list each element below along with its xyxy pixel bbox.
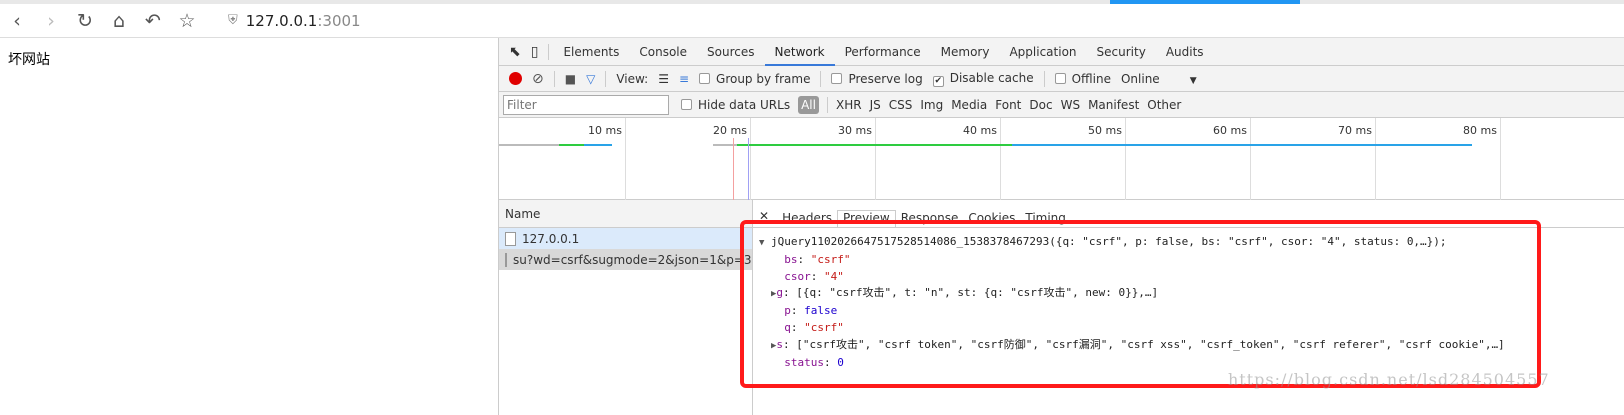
timeline-tick: 20 ms <box>713 118 751 200</box>
clear-icon[interactable]: ⊘ <box>532 71 544 87</box>
filter-type-other[interactable]: Other <box>1147 98 1181 112</box>
url-port: :3001 <box>317 11 361 30</box>
timeline-bar <box>584 144 612 146</box>
filter-type-ws[interactable]: WS <box>1061 98 1080 112</box>
home-icon[interactable]: ⌂ <box>102 6 136 36</box>
request-list: Name 127.0.0.1 su?wd=csrf&sugmode=2&json… <box>499 200 753 415</box>
timeline-bar <box>737 144 1012 146</box>
chevron-down-icon: ▼ <box>1189 75 1197 86</box>
address-bar[interactable]: ⛨ 127.0.0.1:3001 <box>228 12 361 30</box>
page-content-text: 坏网站 <box>8 52 50 68</box>
request-row[interactable]: su?wd=csrf&sugmode=2&json=1&p=3... <box>499 249 752 270</box>
hide-data-urls-checkbox[interactable]: Hide data URLs <box>681 98 790 112</box>
filter-type-xhr[interactable]: XHR <box>836 98 862 112</box>
back-icon[interactable]: ‹ <box>0 6 34 36</box>
filter-icon[interactable]: ▽ <box>586 72 595 86</box>
screenshot-icon[interactable]: ■ <box>565 72 576 86</box>
tab-security[interactable]: Security <box>1087 38 1156 66</box>
tab-sources[interactable]: Sources <box>697 38 764 66</box>
network-timeline: 10 ms 20 ms 30 ms 40 ms 50 ms 60 ms 70 ms 80 ms <box>499 118 1624 200</box>
record-icon[interactable] <box>509 72 522 85</box>
filter-type-manifest[interactable]: Manifest <box>1088 98 1139 112</box>
timeline-bar <box>1012 144 1472 146</box>
timeline-marker <box>748 138 749 200</box>
offline-checkbox[interactable]: Offline <box>1054 72 1111 86</box>
preserve-log-checkbox[interactable]: Preserve log <box>831 72 923 86</box>
tab-audits[interactable]: Audits <box>1156 38 1214 66</box>
watermark: https://blog.csdn.net/lsd284504557 <box>1228 370 1550 389</box>
filter-type-font[interactable]: Font <box>995 98 1021 112</box>
shield-icon: ⛨ <box>228 13 238 28</box>
network-toolbar: ⊘ ■ ▽ View: ☰ ≡ Group by frame Preserve … <box>499 66 1624 92</box>
disable-cache-checkbox[interactable]: ✔ Disable cache <box>932 71 1034 87</box>
filter-input[interactable] <box>503 94 669 115</box>
reload-icon[interactable]: ↻ <box>68 6 102 36</box>
filter-type-all[interactable]: All <box>798 95 819 114</box>
timeline-tick: 30 ms <box>838 118 876 200</box>
filter-type-doc[interactable]: Doc <box>1029 98 1052 112</box>
tab-memory[interactable]: Memory <box>931 38 1000 66</box>
list-view-icon[interactable]: ☰ <box>658 72 669 86</box>
view-label: View: <box>616 71 649 86</box>
document-icon <box>505 231 516 246</box>
inspect-icon[interactable]: ⬉ <box>509 44 521 60</box>
throttle-select[interactable]: Online ▼ <box>1121 72 1197 86</box>
forward-icon[interactable]: › <box>34 6 68 36</box>
timeline-marker <box>733 138 734 200</box>
timeline-tick: 70 ms <box>1338 118 1376 200</box>
timeline-tick: 40 ms <box>963 118 1001 200</box>
name-column-header[interactable]: Name <box>499 200 752 228</box>
undo-icon[interactable]: ↶ <box>136 6 170 36</box>
timeline-tick: 80 ms <box>1463 118 1501 200</box>
tab-console[interactable]: Console <box>629 38 697 66</box>
file-icon <box>505 252 507 267</box>
timeline-bar <box>559 144 584 146</box>
highlight-box <box>740 220 1541 388</box>
waterfall-view-icon[interactable]: ≡ <box>679 72 689 86</box>
group-by-frame-checkbox[interactable]: Group by frame <box>699 72 810 86</box>
tab-performance[interactable]: Performance <box>835 38 931 66</box>
star-icon[interactable]: ☆ <box>170 6 204 36</box>
timeline-tick: 60 ms <box>1213 118 1251 200</box>
timeline-tick: 10 ms <box>588 118 626 200</box>
url-host: 127.0.0.1 <box>245 11 318 30</box>
timeline-bar <box>499 144 559 146</box>
browser-navbar: ‹ › ↻ ⌂ ↶ ☆ ⛨ 127.0.0.1:3001 <box>0 4 1624 38</box>
filter-type-js[interactable]: JS <box>870 98 881 112</box>
filter-type-img[interactable]: Img <box>920 98 943 112</box>
request-row[interactable]: 127.0.0.1 <box>499 228 752 249</box>
tab-elements[interactable]: Elements <box>553 38 629 66</box>
filter-type-media[interactable]: Media <box>951 98 987 112</box>
filter-bar: Hide data URLs All XHR JS CSS Img Media Font Do… <box>499 92 1624 118</box>
filter-type-css[interactable]: CSS <box>889 98 913 112</box>
device-toolbar-icon[interactable]: ▯ <box>531 44 539 60</box>
timeline-tick: 50 ms <box>1088 118 1126 200</box>
devtools-tabs: ⬉ ▯ Elements Console Sources Network Perform… <box>499 38 1624 66</box>
tab-network[interactable]: Network <box>764 38 835 66</box>
tab-application[interactable]: Application <box>999 38 1086 66</box>
